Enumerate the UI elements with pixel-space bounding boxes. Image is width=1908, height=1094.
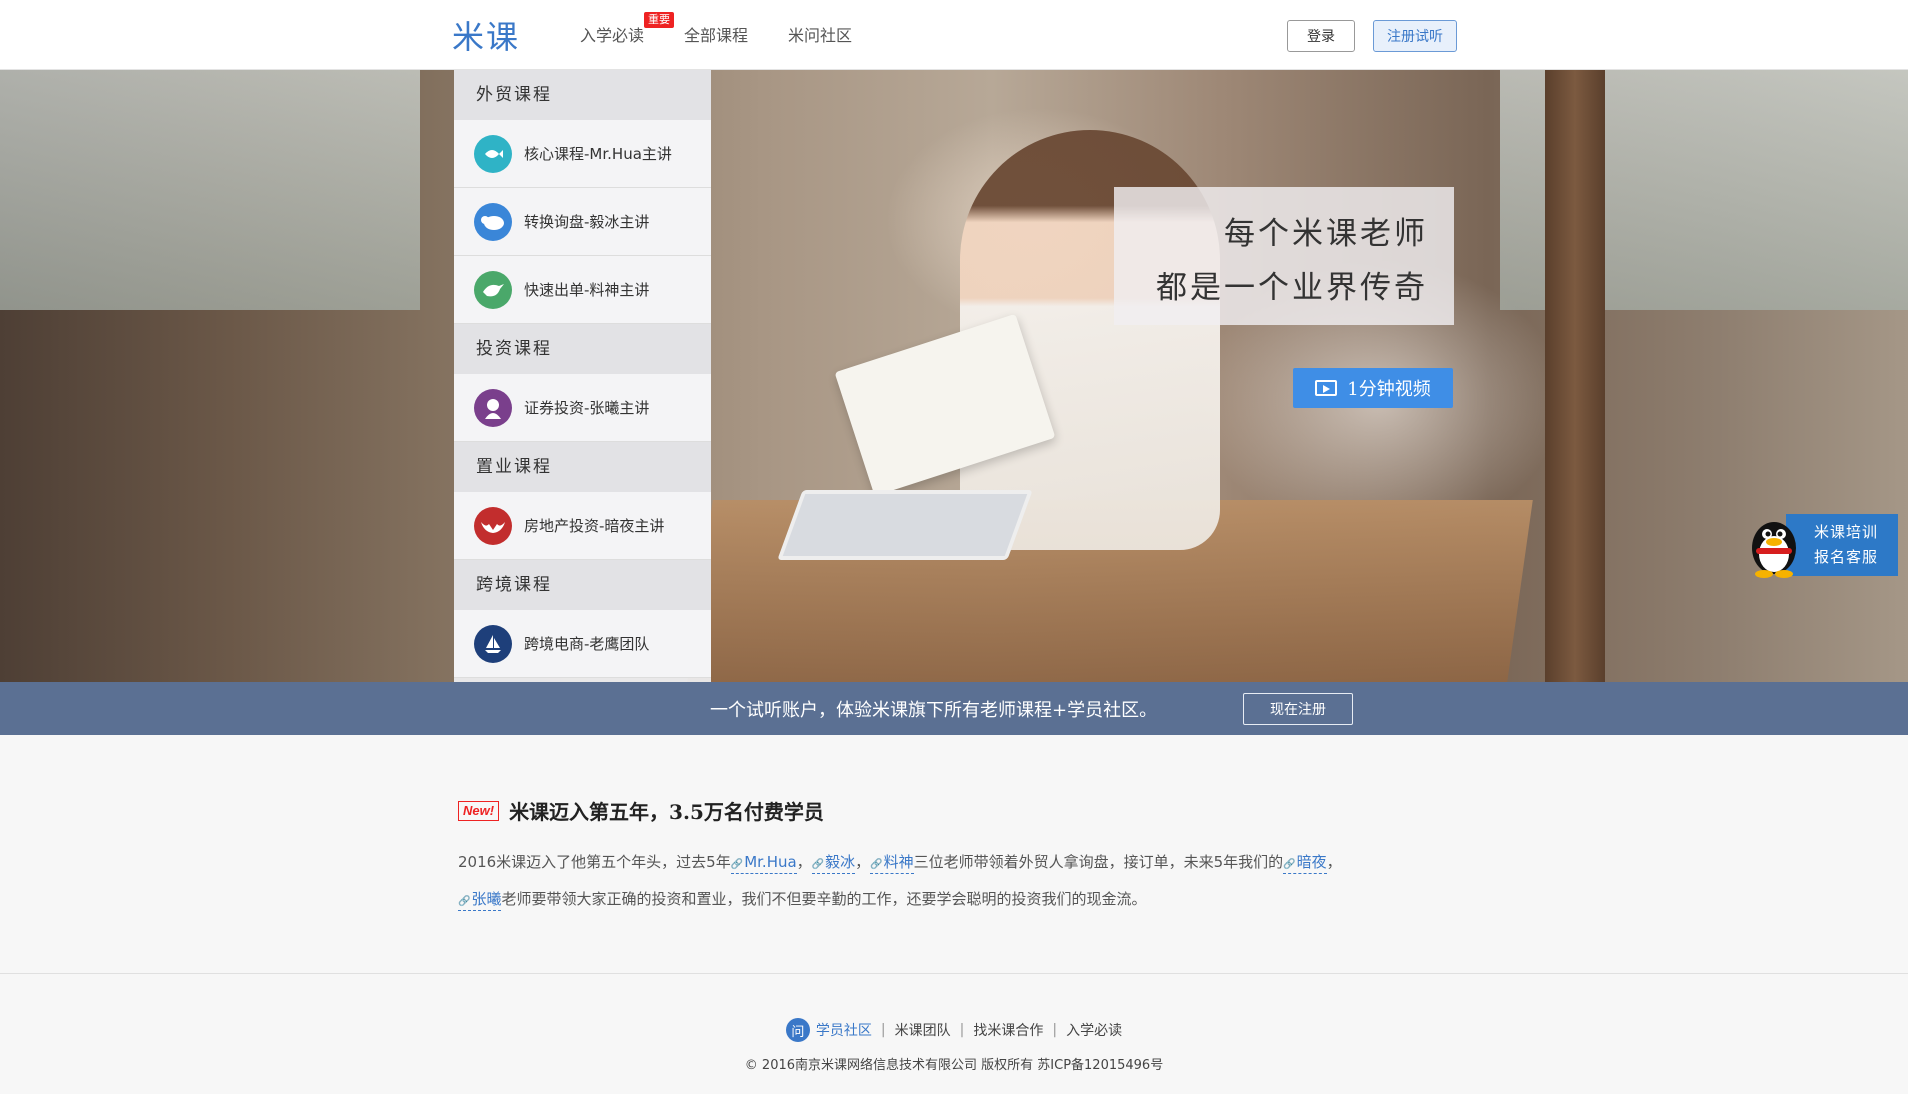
register-strip: 一个试听账户，体验米课旗下所有老师课程+学员社区。 现在注册 [0, 682, 1908, 735]
qq-service-box: 米课培训 报名客服 [1786, 514, 1898, 576]
login-button[interactable]: 登录 [1287, 20, 1355, 52]
news-text: 老师要带领大家正确的投资和置业，我们不但要辛勤的工作，还要学会聪明的投资我们的现… [501, 890, 1147, 908]
nav-label: 入学必读 [580, 26, 645, 45]
category-title: 外贸课程 [454, 70, 711, 120]
nav-item-community[interactable]: 米问社区 [788, 22, 852, 46]
register-now-button[interactable]: 现在注册 [1243, 693, 1353, 725]
course-item[interactable]: 房地产投资-暗夜主讲 [454, 492, 711, 560]
main-nav: 入学必读 重要 全部课程 米问社区 [580, 12, 852, 46]
video-button-label: 1分钟视频 [1347, 379, 1431, 400]
news-text: ， [855, 853, 871, 871]
course-item[interactable]: 快速出单-料神主讲 [454, 256, 711, 324]
slogan-line: 都是一个业界传奇 [1156, 270, 1428, 306]
news-section: New! 米课迈入第五年，3.5万名付费学员 2016米课迈入了他第五个年头，过… [458, 796, 1438, 919]
teacher-link-liaoshen[interactable]: 料神 [870, 853, 914, 874]
nav-label: 全部课程 [684, 26, 749, 45]
news-text: ， [796, 853, 812, 871]
category-title: 投资课程 [454, 324, 711, 374]
community-icon: 问 [785, 1018, 810, 1042]
news-text: 2016米课迈入了他第五个年头，过去5年 [458, 853, 731, 871]
bear-icon [474, 202, 512, 241]
footer-link-cooperate[interactable]: 找米课合作 [973, 1020, 1043, 1040]
lady-icon [474, 388, 512, 427]
course-item[interactable]: 跨境电商-老鹰团队 [454, 610, 711, 678]
bat-icon [474, 506, 512, 545]
new-badge: New! [458, 800, 500, 821]
news-title: New! 米课迈入第五年，3.5万名付费学员 [458, 796, 1438, 825]
news-body: 2016米课迈入了他第五个年头，过去5年Mr.Hua，毅冰，料神三位老师带领着外… [458, 845, 1438, 919]
footer-separator: | [959, 1022, 965, 1038]
footer-link-team[interactable]: 米课团队 [895, 1020, 951, 1040]
course-label: 证券投资-张曦主讲 [524, 399, 650, 417]
footer-divider [0, 973, 1908, 974]
course-label: 跨境电商-老鹰团队 [524, 635, 650, 653]
footer-link-community[interactable]: 问 学员社区 [785, 1018, 872, 1042]
background-window [0, 70, 420, 310]
footer-links: 问 学员社区 | 米课团队 | 找米课合作 | 入学必读 [0, 1018, 1908, 1042]
qq-penguin-icon [1752, 522, 1796, 578]
teacher-link-zhangxi[interactable]: 张曦 [458, 890, 502, 911]
qq-service-line: 报名客服 [1814, 548, 1879, 566]
register-trial-button[interactable]: 注册试听 [1373, 20, 1457, 52]
important-badge: 重要 [644, 12, 675, 28]
qq-service-line: 米课培训 [1814, 523, 1879, 541]
nav-item-courses[interactable]: 全部课程 [684, 22, 748, 46]
footer-separator: | [1052, 1022, 1058, 1038]
footer-link-label: 学员社区 [815, 1023, 872, 1039]
hero-banner [0, 70, 1908, 682]
news-text: ， [1326, 853, 1342, 871]
fish-icon [474, 134, 512, 173]
copyright: © 2016南京米课网络信息技术有限公司 版权所有 苏ICP备12015496号 [744, 1058, 1164, 1073]
nav-item-guide[interactable]: 入学必读 重要 [580, 12, 675, 46]
nav-label: 米问社区 [788, 26, 853, 45]
tablet-figure [777, 490, 1033, 560]
course-menu: 外贸课程 核心课程-Mr.Hua主讲 转换询盘-毅冰主讲 快速出单-料神主讲 投… [454, 70, 711, 682]
course-label: 核心课程-Mr.Hua主讲 [524, 145, 672, 163]
course-label: 转换询盘-毅冰主讲 [524, 213, 650, 231]
background-pillar [1545, 70, 1605, 682]
slogan-line: 每个米课老师 [1224, 216, 1428, 252]
strip-text: 一个试听账户，体验米课旗下所有老师课程+学员社区。 [710, 700, 1158, 721]
category-title: 置业课程 [454, 442, 711, 492]
bird-icon [474, 270, 512, 309]
course-item[interactable]: 核心课程-Mr.Hua主讲 [454, 120, 711, 188]
teacher-link-mrhua[interactable]: Mr.Hua [730, 853, 797, 874]
hero-slogan: 每个米课老师 都是一个业界传奇 [1114, 187, 1454, 325]
film-icon [1315, 380, 1338, 396]
sailboat-icon [474, 624, 512, 663]
news-text: 三位老师带领着外贸人拿询盘，接订单，未来5年我们的 [913, 853, 1284, 871]
logo[interactable]: 米课 [452, 12, 520, 58]
news-title-text: 米课迈入第五年，3.5万名付费学员 [509, 800, 824, 824]
category-title: 跨境课程 [454, 560, 711, 610]
course-label: 房地产投资-暗夜主讲 [524, 517, 665, 535]
course-label: 快速出单-料神主讲 [524, 281, 650, 299]
video-button[interactable]: 1分钟视频 [1293, 368, 1453, 408]
footer-separator: | [880, 1022, 886, 1038]
teacher-link-anye[interactable]: 暗夜 [1283, 853, 1327, 874]
course-item[interactable]: 证券投资-张曦主讲 [454, 374, 711, 442]
teacher-link-yibing[interactable]: 毅冰 [811, 853, 856, 874]
header: 米课 入学必读 重要 全部课程 米问社区 登录 注册试听 [0, 0, 1908, 70]
footer-link-guide[interactable]: 入学必读 [1066, 1020, 1122, 1040]
course-item[interactable]: 转换询盘-毅冰主讲 [454, 188, 711, 256]
qq-service-widget[interactable]: 米课培训 报名客服 [1746, 512, 1898, 578]
